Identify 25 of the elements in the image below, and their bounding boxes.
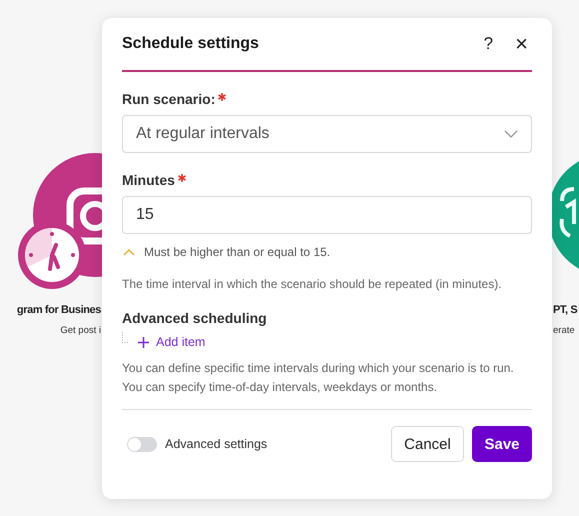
module-subtitle: Get post i — [60, 325, 101, 336]
help-text: The time interval in which the scenario should be repeated (in minutes). — [122, 276, 503, 293]
add-item-button[interactable]: Add item — [136, 331, 210, 351]
cancel-button[interactable]: Cancel — [391, 426, 464, 462]
dialog-title: Schedule settings — [122, 35, 260, 53]
tree-line-icon — [122, 332, 130, 343]
toggle-label: Advanced settings — [165, 437, 268, 451]
module-subtitle: erate — [553, 325, 575, 336]
dropdown[interactable]: At regular intervals — [122, 115, 532, 153]
help-text: You can define specific time intervals during which your scenario is to run. You can specify time-of-day intervals, weekdays or months. — [122, 360, 515, 396]
help-button[interactable]: ? — [480, 34, 498, 54]
validation-message: Must be higher than or equal to 15. — [144, 245, 330, 259]
section-label: Advanced scheduling — [122, 310, 268, 326]
caret-up-icon — [123, 248, 135, 256]
module-title: gram for Busines — [16, 304, 101, 316]
close-button[interactable]: × — [511, 34, 532, 54]
toggle-switch[interactable] — [127, 436, 157, 452]
field-label: Minutes — [122, 172, 175, 188]
knot-app-icon — [552, 161, 579, 269]
chevron-down-icon — [504, 130, 518, 138]
plus-icon — [138, 336, 149, 348]
save-button[interactable]: Save — [472, 426, 532, 462]
field-label: Run scenario: — [122, 91, 216, 107]
module-title: PT, S — [553, 304, 578, 316]
input-field[interactable]: 15 — [122, 196, 532, 234]
